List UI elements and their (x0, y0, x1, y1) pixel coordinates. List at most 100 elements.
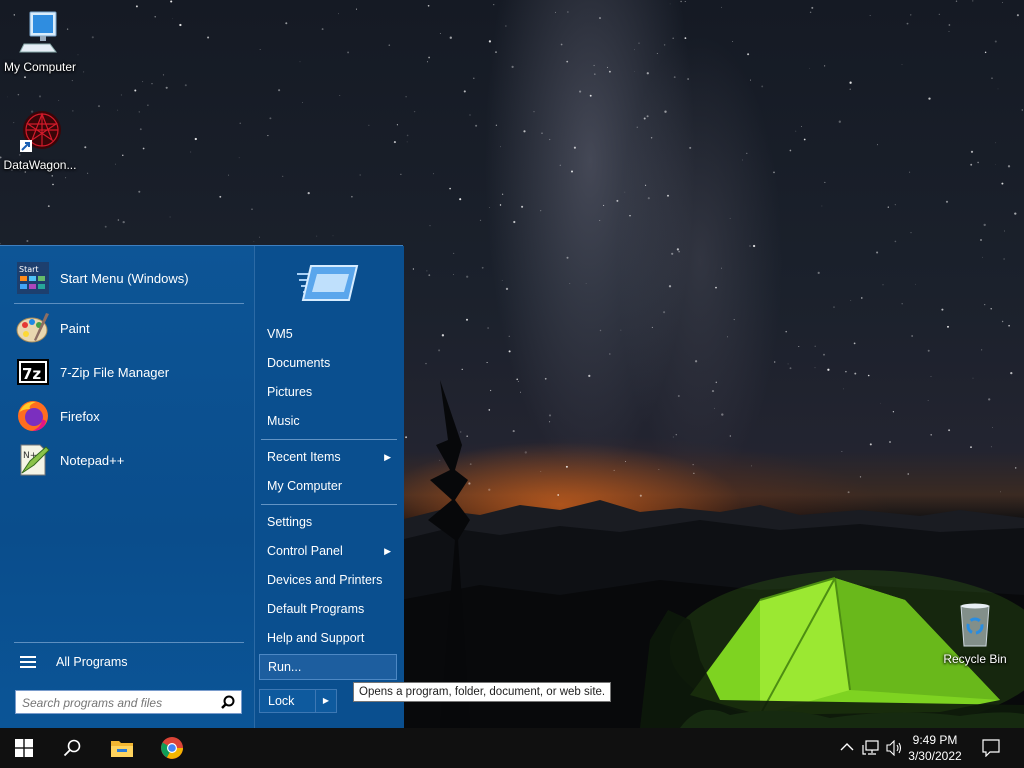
star (938, 13, 940, 16)
star (817, 271, 820, 274)
star (599, 17, 601, 19)
search-icon[interactable] (221, 695, 235, 709)
star (134, 89, 137, 92)
star (1014, 467, 1017, 469)
places-item-my-computer[interactable]: My Computer (259, 473, 397, 499)
star (438, 349, 441, 352)
menu-separator (14, 642, 244, 643)
star (639, 494, 642, 497)
pinned-firefox[interactable]: Firefox (10, 396, 244, 436)
star (982, 256, 983, 258)
star (269, 117, 272, 120)
star (557, 494, 560, 496)
pinned-label: Firefox (60, 408, 100, 424)
star (513, 220, 516, 224)
star (511, 65, 514, 68)
star (84, 146, 87, 149)
places-item-documents[interactable]: Documents (259, 350, 397, 376)
star (83, 71, 85, 73)
windows-start-button[interactable] (0, 728, 48, 768)
star (207, 36, 210, 39)
star (663, 44, 666, 46)
star (720, 6, 722, 8)
pinned-notepadpp[interactable]: N++ Notepad++ (10, 440, 244, 480)
star (26, 239, 29, 243)
star (486, 361, 488, 364)
pinned-start-menu-windows[interactable]: Start Start Menu (Windows) (10, 258, 244, 298)
star (741, 159, 743, 161)
star (972, 0, 974, 2)
star (979, 238, 983, 242)
star (651, 326, 653, 328)
places-item-control-panel[interactable]: Control Panel ▶ (259, 538, 397, 564)
volume-button[interactable] (886, 739, 904, 759)
places-item-music[interactable]: Music (259, 408, 397, 434)
all-programs-button[interactable]: All Programs (14, 651, 244, 673)
start-menu: Start Start Menu (Windows) Paint 7z 7-Zi… (0, 245, 404, 729)
star (487, 327, 489, 329)
star (493, 4, 495, 6)
star (811, 6, 814, 9)
places-item-pictures[interactable]: Pictures (259, 379, 397, 405)
star (773, 171, 775, 174)
taskbar-search-button[interactable] (48, 728, 96, 768)
star (667, 194, 669, 197)
desktop-icon-datawagon[interactable]: DataWagon... (0, 108, 80, 172)
star (338, 13, 339, 15)
star (729, 217, 731, 219)
star (469, 114, 471, 116)
show-hidden-icons-button[interactable] (840, 740, 854, 757)
star (984, 51, 987, 54)
star (481, 266, 484, 269)
places-item-default-programs[interactable]: Default Programs (259, 596, 397, 622)
star (849, 88, 851, 90)
star (927, 349, 930, 352)
star (488, 488, 491, 491)
star (638, 42, 640, 44)
star (1010, 371, 1013, 375)
lock-button[interactable]: Lock ▶ (259, 689, 337, 713)
star (51, 175, 53, 177)
star (787, 363, 789, 365)
star (994, 40, 997, 43)
start-search-box[interactable] (15, 690, 242, 714)
star (117, 219, 120, 221)
star (729, 435, 731, 437)
places-item-devices-printers[interactable]: Devices and Printers (259, 567, 397, 593)
action-center-button[interactable] (982, 739, 1000, 760)
star (608, 70, 611, 73)
places-item-recent-items[interactable]: Recent Items ▶ (259, 444, 397, 470)
star (332, 235, 334, 237)
pinned-label: Start Menu (Windows) (60, 270, 189, 286)
taskbar-chrome[interactable] (148, 728, 196, 768)
star (972, 377, 974, 379)
star (162, 74, 165, 76)
lock-options-arrow-icon[interactable]: ▶ (315, 690, 336, 712)
taskbar-clock[interactable]: 9:49 PM 3/30/2022 (904, 732, 966, 764)
places-item-settings[interactable]: Settings (259, 509, 397, 535)
star (154, 16, 156, 18)
places-item-vm5[interactable]: VM5 (259, 321, 397, 347)
network-status-button[interactable] (862, 740, 880, 759)
search-input[interactable] (20, 693, 214, 713)
star (955, 0, 958, 2)
star (429, 224, 431, 227)
star (475, 124, 478, 127)
taskbar: 9:49 PM 3/30/2022 (0, 728, 1024, 768)
star (991, 77, 993, 80)
desktop-icon-my-computer[interactable]: My Computer (0, 10, 80, 74)
desktop-icon-recycle-bin[interactable]: Recycle Bin (935, 602, 1015, 666)
places-item-run[interactable]: Run... (259, 654, 397, 680)
star (869, 443, 872, 446)
computer-icon (16, 10, 64, 58)
star (142, 147, 145, 150)
pinned-paint[interactable]: Paint (10, 308, 244, 348)
star (613, 469, 615, 471)
star (47, 205, 50, 208)
star (624, 191, 626, 193)
pinned-7zip[interactable]: 7z 7-Zip File Manager (10, 352, 244, 392)
places-item-help-support[interactable]: Help and Support (259, 625, 397, 651)
star (117, 109, 119, 111)
star (579, 90, 582, 93)
taskbar-file-explorer[interactable] (98, 728, 146, 768)
